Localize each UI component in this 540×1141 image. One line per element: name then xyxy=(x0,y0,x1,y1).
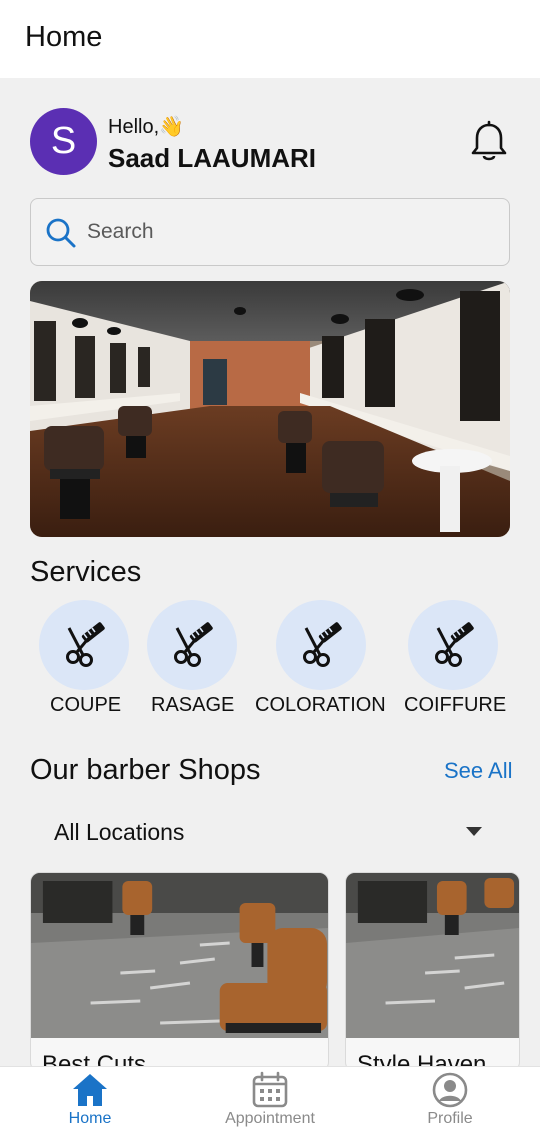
search-input[interactable] xyxy=(87,199,487,265)
home-icon xyxy=(73,1074,107,1106)
bottom-navigation: Home Appointment Profile xyxy=(0,1066,540,1141)
page-title: Home xyxy=(25,21,103,53)
nav-profile[interactable]: Profile xyxy=(360,1067,540,1141)
scissors-comb-icon xyxy=(147,600,237,690)
search-icon xyxy=(46,218,76,248)
shop-image xyxy=(31,873,328,1038)
nav-label: Profile xyxy=(427,1110,473,1127)
shop-card-best-cuts[interactable]: Best Cuts xyxy=(30,872,329,1072)
nav-home[interactable]: Home xyxy=(0,1067,180,1141)
service-label: RASAGE xyxy=(151,694,235,716)
nav-label: Appointment xyxy=(225,1110,315,1127)
app-bar: Home xyxy=(0,0,540,78)
scissors-comb-icon xyxy=(408,600,498,690)
shop-image xyxy=(346,873,519,1038)
shop-card-style-haven[interactable]: Style Haven xyxy=(345,872,520,1072)
service-label: COLORATION xyxy=(255,694,386,716)
notification-bell-icon[interactable] xyxy=(468,120,510,164)
service-label: COUPE xyxy=(50,694,122,716)
services-heading: Services xyxy=(30,556,142,588)
scissors-comb-icon xyxy=(276,600,366,690)
calendar-icon xyxy=(252,1071,288,1108)
barber-shops-heading: Our barber Shops xyxy=(30,754,261,786)
search-bar[interactable] xyxy=(30,198,510,266)
hero-banner-image xyxy=(30,281,510,537)
user-name: Saad LAAUMARI xyxy=(108,143,317,173)
location-dropdown[interactable]: All Locations xyxy=(30,802,510,860)
nav-appointment[interactable]: Appointment xyxy=(180,1067,360,1141)
avatar[interactable]: S xyxy=(30,108,97,175)
service-label: COIFFURE xyxy=(404,694,507,716)
dropdown-arrow-icon xyxy=(466,827,482,836)
nav-label: Home xyxy=(68,1110,112,1127)
location-selected-value: All Locations xyxy=(54,819,185,845)
account-circle-icon xyxy=(432,1072,468,1108)
greeting-text: Hello,👋 xyxy=(108,116,185,138)
see-all-link[interactable]: See All xyxy=(444,758,513,784)
scissors-comb-icon xyxy=(39,600,129,690)
